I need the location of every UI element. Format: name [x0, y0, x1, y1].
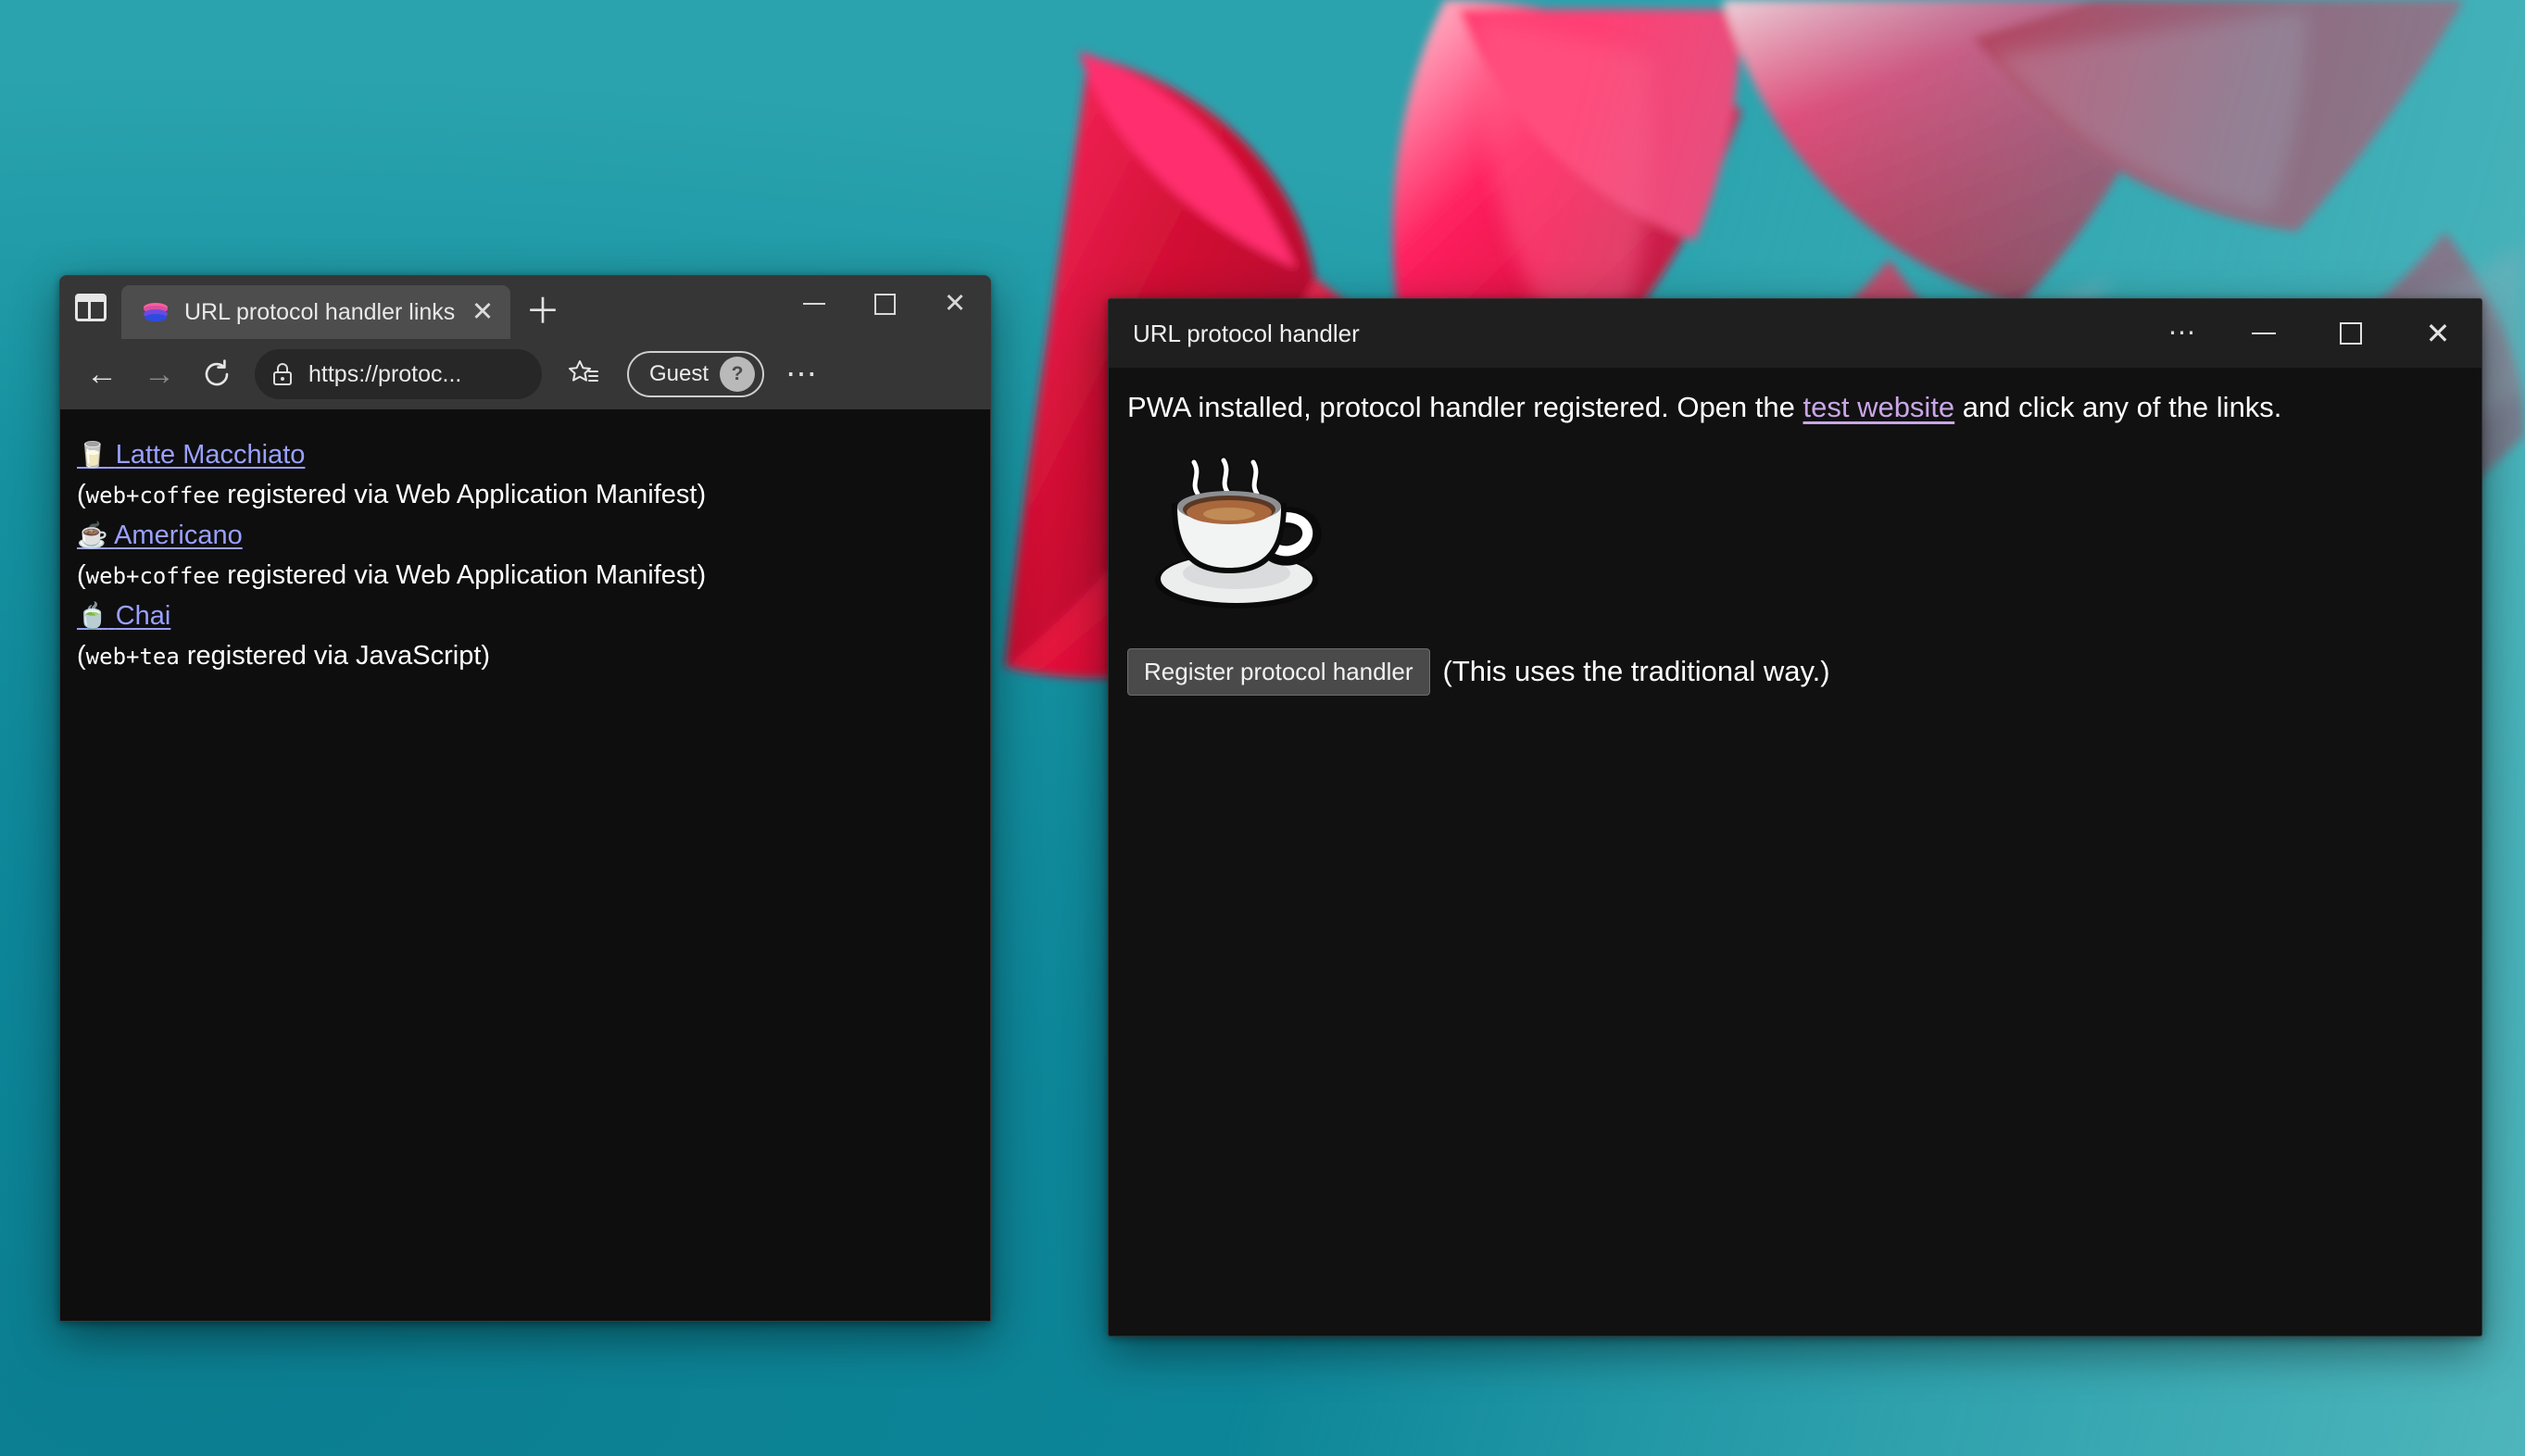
protocol-link-label: Latte Macchiato: [115, 440, 306, 470]
protocol-link-latte-macchiato[interactable]: 🥛 Latte Macchiato: [77, 440, 305, 470]
profile-label: Guest: [649, 361, 710, 386]
scheme-name: web+coffee: [85, 563, 220, 589]
note-open-paren: (: [77, 641, 86, 671]
pwa-title-bar[interactable]: URL protocol handler ⋯ ✕: [1109, 299, 2481, 368]
note-open-paren: (: [77, 560, 86, 590]
pwa-title: URL protocol handler: [1133, 319, 1360, 347]
profile-button[interactable]: Guest ?: [627, 351, 765, 397]
register-protocol-handler-button[interactable]: Register protocol handler: [1127, 647, 1430, 696]
browser-settings-button[interactable]: ⋯: [773, 345, 831, 403]
pwa-window[interactable]: URL protocol handler ⋯ ✕ PWA installed, …: [1108, 298, 2482, 1337]
more-horizontal-icon: ⋯: [785, 357, 820, 392]
glass-of-milk-emoji: 🥛: [77, 441, 108, 469]
browser-toolbar: ← → https://protoc... Guest ? ⋯: [60, 339, 990, 409]
protocol-link-row: 🥛 Latte Macchiato: [77, 435, 990, 475]
maximize-icon: [2340, 322, 2362, 345]
protocol-note-row: (web+tea registered via JavaScript): [77, 636, 990, 677]
close-icon: ✕: [943, 288, 967, 319]
teacup-without-handle-emoji: 🍵: [77, 602, 108, 630]
browser-tab-strip: URL protocol handler links ✕ ＋ ✕: [60, 276, 990, 339]
maximize-icon: [873, 293, 896, 315]
pwa-close-button[interactable]: ✕: [2394, 299, 2481, 368]
protocol-note-row: (web+coffee registered via Web Applicati…: [77, 556, 990, 596]
plus-icon: ＋: [524, 293, 560, 332]
scheme-name: web+tea: [85, 644, 180, 670]
hot-beverage-emoji-image: [1155, 456, 1322, 609]
pwa-content: PWA installed, protocol handler register…: [1109, 368, 2481, 1336]
tab-close-icon[interactable]: ✕: [460, 290, 505, 334]
protocol-note-row: (web+coffee registered via Web Applicati…: [77, 475, 990, 516]
hot-beverage-emoji: ☕: [77, 521, 108, 549]
browser-minimize-button[interactable]: [779, 276, 849, 332]
browser-window[interactable]: URL protocol handler links ✕ ＋ ✕ ← → htt…: [59, 275, 991, 1322]
avatar-glyph: ?: [731, 363, 744, 384]
protocol-link-label: Chai: [115, 601, 171, 631]
minimize-icon: [2252, 333, 2276, 334]
intro-before-link: PWA installed, protocol handler register…: [1127, 391, 1803, 423]
pwa-minimize-button[interactable]: [2220, 299, 2307, 368]
intro-after-link: and click any of the links.: [1954, 391, 2282, 423]
close-icon: ✕: [2425, 317, 2451, 350]
pwa-action-row: Register protocol handler (This uses the…: [1127, 647, 2481, 696]
address-bar-input[interactable]: https://protoc...: [308, 361, 461, 388]
favorites-button[interactable]: [555, 345, 612, 403]
browser-maximize-button[interactable]: [849, 276, 920, 332]
protocol-link-chai[interactable]: 🍵 Chai: [77, 601, 170, 631]
scheme-name: web+coffee: [85, 483, 220, 508]
refresh-button[interactable]: [188, 345, 245, 403]
minimize-icon: [803, 303, 825, 305]
pwa-maximize-button[interactable]: [2307, 299, 2394, 368]
favorites-star-icon: [569, 360, 598, 382]
lock-icon: [273, 363, 292, 385]
more-horizontal-icon: ⋯: [2167, 318, 2199, 348]
browser-window-controls: ✕: [779, 276, 990, 332]
tab-title: URL protocol handler links: [184, 298, 456, 325]
split-screen-icon: [75, 294, 107, 321]
protocol-link-label: Americano: [114, 521, 243, 550]
refresh-icon: [205, 359, 229, 386]
back-button[interactable]: ←: [73, 345, 131, 403]
tab-actions-button[interactable]: [60, 276, 121, 339]
protocol-link-row: ☕ Americano: [77, 516, 990, 556]
traditional-way-note: (This uses the traditional way.): [1442, 655, 1830, 688]
browser-tab[interactable]: URL protocol handler links ✕: [121, 285, 510, 339]
test-website-link[interactable]: test website: [1803, 391, 1954, 423]
back-arrow-icon: ←: [86, 357, 118, 392]
browser-page-content: 🥛 Latte Macchiato (web+coffee registered…: [60, 409, 990, 1321]
tab-favicon-icon: [142, 298, 170, 326]
forward-arrow-icon: →: [144, 357, 175, 392]
browser-close-button[interactable]: ✕: [920, 276, 990, 332]
note-text: registered via Web Application Manifest): [220, 560, 707, 590]
pwa-intro-text: PWA installed, protocol handler register…: [1127, 388, 2481, 427]
protocol-link-row: 🍵 Chai: [77, 596, 990, 636]
pwa-settings-button[interactable]: ⋯: [2146, 299, 2220, 368]
address-bar[interactable]: https://protoc...: [255, 349, 542, 399]
note-text: registered via JavaScript): [179, 641, 491, 671]
forward-button[interactable]: →: [131, 345, 188, 403]
note-open-paren: (: [77, 480, 86, 509]
avatar: ?: [720, 357, 756, 392]
note-text: registered via Web Application Manifest): [220, 480, 707, 509]
new-tab-button[interactable]: ＋: [516, 285, 570, 339]
protocol-link-americano[interactable]: ☕ Americano: [77, 521, 243, 550]
